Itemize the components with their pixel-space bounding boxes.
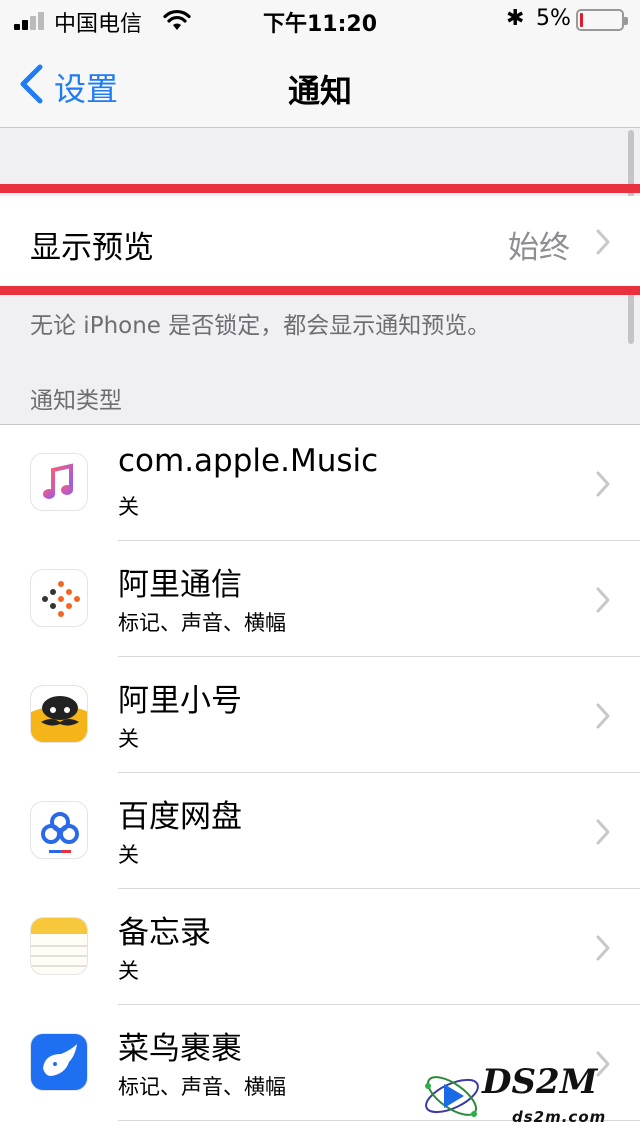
app-row-music[interactable]: com.apple.Music 关 [0,425,640,541]
chevron-right-icon [596,229,610,255]
ali-xiaohao-icon [30,685,88,743]
app-row-baidu-netdisk[interactable]: 百度网盘 关 [0,773,640,889]
chevron-right-icon [596,587,610,613]
app-name: 菜鸟裹裹 [118,1031,242,1067]
chevron-right-icon [596,935,610,961]
app-notification-status: 标记、声音、横幅 [118,611,286,635]
app-notification-status: 关 [118,727,139,751]
battery-percent: 5% [536,6,571,31]
music-icon [30,453,88,511]
section-header-notification-style: 通知类型 [30,388,122,414]
watermark-text: DS2M [482,1062,598,1102]
watermark-logo: DS2M ds2m.com [420,1056,632,1132]
baidu-netdisk-icon [30,801,88,859]
chevron-right-icon [596,471,610,497]
battery-icon [576,9,628,31]
show-preview-row[interactable]: 显示预览 始终 [0,196,640,288]
app-name: 备忘录 [118,915,211,951]
chevron-right-icon [596,819,610,845]
show-preview-value: 始终 [508,230,570,266]
app-row-ali-xiaohao[interactable]: 阿里小号 关 [0,657,640,773]
navigation-bar: 设置 通知 [0,40,640,128]
preview-footnote: 无论 iPhone 是否锁定，都会显示通知预览。 [30,313,491,339]
app-notification-status: 标记、声音、横幅 [118,1075,286,1099]
app-name: 阿里通信 [118,567,242,603]
app-notification-status: 关 [118,959,139,983]
highlight-line-bottom [0,286,640,295]
app-row-notes[interactable]: 备忘录 关 [0,889,640,1005]
app-name: com.apple.Music [118,443,379,479]
highlight-line-top [0,184,640,193]
notes-icon [30,917,88,975]
show-preview-label: 显示预览 [30,230,154,266]
app-name: 百度网盘 [118,799,242,835]
atom-icon [425,1076,479,1117]
app-row-ali-communication[interactable]: 阿里通信 标记、声音、横幅 [0,541,640,657]
status-bar: 中国电信 下午11:20 ✱ 5% [0,0,640,40]
watermark-url: ds2m.com [512,1108,607,1126]
chevron-right-icon [596,703,610,729]
bluetooth-icon: ✱ [506,6,525,31]
page-title: 通知 [287,72,352,110]
app-name: 阿里小号 [118,683,242,719]
app-notification-status: 关 [118,843,139,867]
cainiao-icon [30,1033,88,1091]
ali-communication-icon [30,569,88,627]
app-list: com.apple.Music 关 阿里通信 标记、声音、横幅 阿里小号 关 百… [0,424,640,1136]
app-notification-status: 关 [118,495,139,519]
